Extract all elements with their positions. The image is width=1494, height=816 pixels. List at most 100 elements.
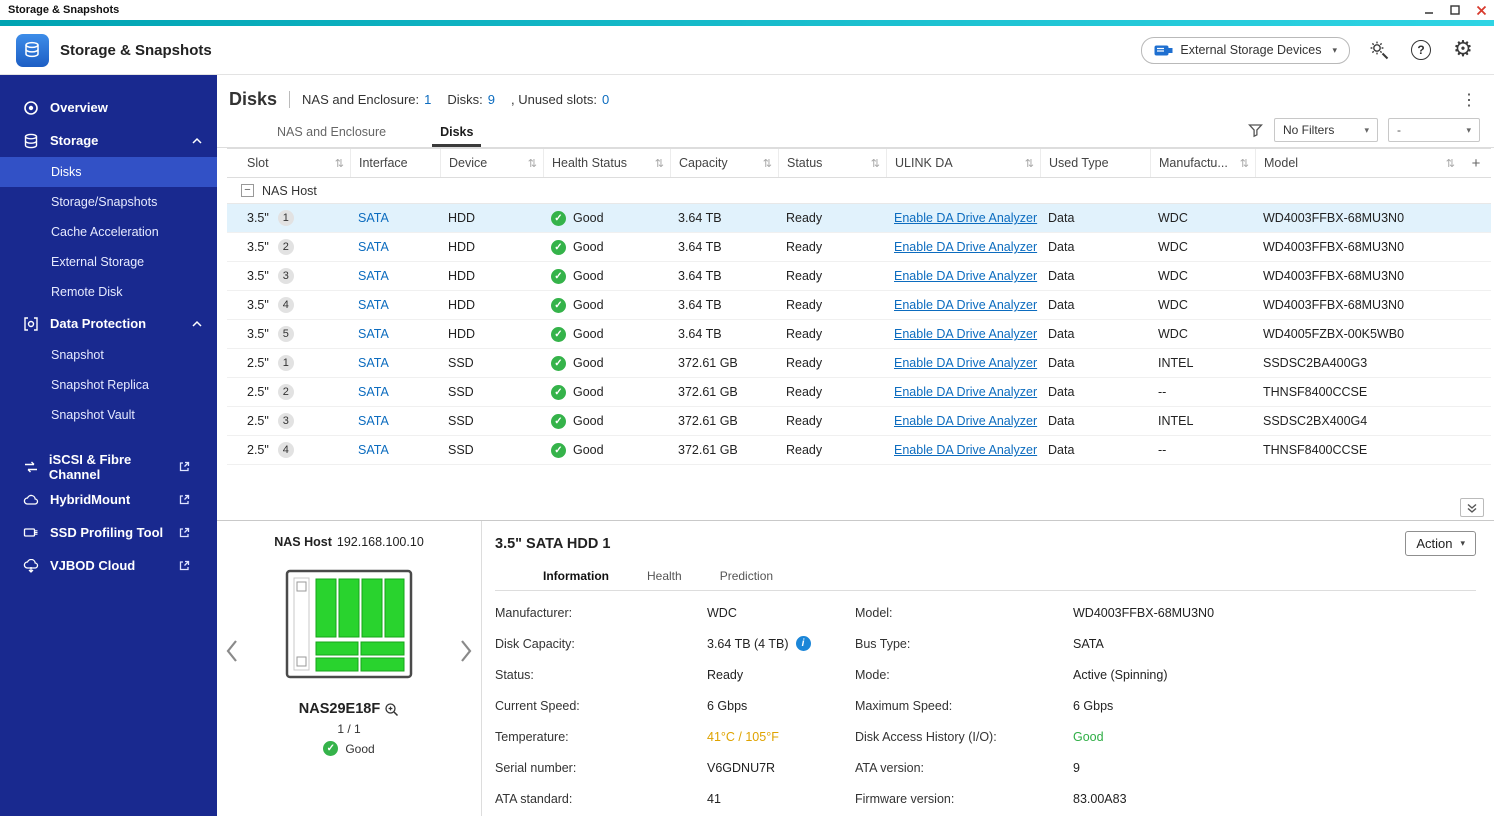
secondary-select[interactable]: - ▾ — [1388, 118, 1480, 142]
model-cell: THNSF8400CCSE — [1263, 385, 1368, 399]
detail-tab-health[interactable]: Health — [647, 569, 682, 590]
slot-cell: 3.5" 4 — [227, 291, 350, 319]
tab-disks[interactable]: Disks — [432, 116, 482, 147]
sidebar-item-snapshot[interactable]: Snapshot — [0, 340, 217, 370]
device-cell: HDD — [448, 240, 476, 254]
sidebar-item-remote-disk[interactable]: Remote Disk — [0, 277, 217, 307]
model-cell: SSDSC2BA400G3 — [1263, 356, 1368, 370]
settings-button[interactable]: ⚙ — [1450, 37, 1476, 63]
disk-row[interactable]: 3.5" 1 SATA HDD ✓ Good 3.64 TB Ready Ena… — [227, 204, 1491, 233]
disk-row[interactable]: 3.5" 5 SATA HDD ✓ Good 3.64 TB Ready Ena… — [227, 320, 1491, 349]
nas-illustration[interactable] — [285, 569, 413, 679]
collapse-panel-button[interactable] — [1460, 498, 1484, 517]
group-row-nas-host[interactable]: − NAS Host — [227, 178, 1491, 204]
manufacturer-cell: WDC — [1158, 211, 1188, 225]
next-enclosure-button[interactable] — [460, 639, 473, 668]
status-cell: Ready — [786, 327, 823, 341]
filter-icon[interactable] — [1247, 122, 1264, 139]
status-cell: Ready — [786, 414, 823, 428]
external-storage-devices-button[interactable]: External Storage Devices ▾ — [1141, 36, 1350, 64]
interface-cell[interactable]: SATA — [350, 407, 440, 435]
sidebar-item-vjbod-cloud[interactable]: VJBOD Cloud — [0, 549, 217, 582]
more-options-button[interactable]: ⋮ — [1458, 90, 1480, 110]
disk-row[interactable]: 2.5" 1 SATA SSD ✓ Good 372.61 GB Ready E… — [227, 349, 1491, 378]
enable-da-drive-analyzer-link[interactable]: Enable DA Drive Analyzer — [894, 356, 1037, 370]
interface-cell[interactable]: SATA — [350, 204, 440, 232]
minimize-button[interactable] — [1416, 1, 1442, 19]
column-header-model[interactable]: Model ⇅ — [1255, 149, 1461, 177]
tab-bar: NAS and Enclosure Disks No Filters ▾ - ▾ — [217, 112, 1494, 148]
sort-icon[interactable]: ⇅ — [528, 157, 537, 170]
health-good-icon: ✓ — [323, 741, 339, 756]
interface-cell[interactable]: SATA — [350, 262, 440, 290]
column-header-slot[interactable]: Slot ⇅ — [227, 149, 350, 177]
interface-cell[interactable]: SATA — [350, 349, 440, 377]
enable-da-drive-analyzer-link[interactable]: Enable DA Drive Analyzer — [894, 443, 1037, 457]
enable-da-drive-analyzer-link[interactable]: Enable DA Drive Analyzer — [894, 385, 1037, 399]
action-button[interactable]: Action ▾ — [1405, 531, 1476, 556]
column-header-ulink-da[interactable]: ULINK DA ⇅ — [886, 149, 1040, 177]
sort-icon[interactable]: ⇅ — [871, 157, 880, 170]
sidebar-item-storage[interactable]: Storage — [0, 124, 217, 157]
sidebar-item-disks[interactable]: Disks — [0, 157, 217, 187]
enable-da-drive-analyzer-link[interactable]: Enable DA Drive Analyzer — [894, 298, 1037, 312]
close-button[interactable] — [1468, 1, 1494, 19]
sidebar-item-hybridmount[interactable]: HybridMount — [0, 483, 217, 516]
sidebar-item-storage-snapshots[interactable]: Storage/Snapshots — [0, 187, 217, 217]
filter-select[interactable]: No Filters ▾ — [1274, 118, 1378, 142]
sort-icon[interactable]: ⇅ — [763, 157, 772, 170]
help-button[interactable]: ? — [1408, 37, 1434, 63]
column-header-used-type[interactable]: Used Type — [1040, 149, 1150, 177]
sidebar-item-snapshot-vault[interactable]: Snapshot Vault — [0, 400, 217, 430]
disk-row[interactable]: 3.5" 4 SATA HDD ✓ Good 3.64 TB Ready Ena… — [227, 291, 1491, 320]
close-icon — [1476, 5, 1486, 15]
manufacturer-cell: WDC — [1158, 327, 1188, 341]
sidebar-item-data-protection[interactable]: Data Protection — [0, 307, 217, 340]
previous-enclosure-button[interactable] — [225, 639, 238, 668]
enable-da-drive-analyzer-link[interactable]: Enable DA Drive Analyzer — [894, 211, 1037, 225]
detail-tab-information[interactable]: Information — [543, 569, 609, 590]
sidebar-item-overview[interactable]: Overview — [0, 91, 217, 124]
disk-row[interactable]: 2.5" 4 SATA SSD ✓ Good 372.61 GB Ready E… — [227, 436, 1491, 465]
column-header-status[interactable]: Status ⇅ — [778, 149, 886, 177]
sidebar-item-external-storage[interactable]: External Storage — [0, 247, 217, 277]
enable-da-drive-analyzer-link[interactable]: Enable DA Drive Analyzer — [894, 269, 1037, 283]
disk-row[interactable]: 2.5" 3 SATA SSD ✓ Good 372.61 GB Ready E… — [227, 407, 1491, 436]
sidebar-item-iscsi-fibre-channel[interactable]: iSCSI & Fibre Channel — [0, 450, 217, 483]
sort-icon[interactable]: ⇅ — [655, 157, 664, 170]
add-column-button[interactable]: + — [1461, 149, 1491, 177]
global-settings-button[interactable] — [1366, 37, 1392, 63]
disk-row[interactable]: 3.5" 3 SATA HDD ✓ Good 3.64 TB Ready Ena… — [227, 262, 1491, 291]
sort-icon[interactable]: ⇅ — [1240, 157, 1249, 170]
collapse-group-icon[interactable]: − — [241, 184, 254, 197]
enable-da-drive-analyzer-link[interactable]: Enable DA Drive Analyzer — [894, 414, 1037, 428]
disk-row[interactable]: 3.5" 2 SATA HDD ✓ Good 3.64 TB Ready Ena… — [227, 233, 1491, 262]
interface-cell[interactable]: SATA — [350, 320, 440, 348]
enable-da-drive-analyzer-link[interactable]: Enable DA Drive Analyzer — [894, 240, 1037, 254]
interface-cell[interactable]: SATA — [350, 233, 440, 261]
ulink-da-cell: Enable DA Drive Analyzer — [886, 233, 1040, 261]
enable-da-drive-analyzer-link[interactable]: Enable DA Drive Analyzer — [894, 327, 1037, 341]
maximize-button[interactable] — [1442, 1, 1468, 19]
external-link-icon — [178, 526, 191, 539]
info-icon[interactable]: i — [795, 636, 811, 651]
interface-cell[interactable]: SATA — [350, 436, 440, 464]
sidebar-item-snapshot-replica[interactable]: Snapshot Replica — [0, 370, 217, 400]
sort-icon[interactable]: ⇅ — [1025, 157, 1034, 170]
interface-cell[interactable]: SATA — [350, 291, 440, 319]
sort-icon[interactable]: ⇅ — [1446, 157, 1455, 170]
column-header-capacity[interactable]: Capacity ⇅ — [670, 149, 778, 177]
column-header-health-status[interactable]: Health Status ⇅ — [543, 149, 670, 177]
tab-nas-and-enclosure[interactable]: NAS and Enclosure — [269, 116, 394, 147]
interface-cell[interactable]: SATA — [350, 378, 440, 406]
sidebar-item-ssd-profiling-tool[interactable]: SSD Profiling Tool — [0, 516, 217, 549]
disk-detail-title: 3.5" SATA HDD 1 — [495, 535, 611, 552]
column-header-device[interactable]: Device ⇅ — [440, 149, 543, 177]
detail-tab-prediction[interactable]: Prediction — [720, 569, 773, 590]
sort-icon[interactable]: ⇅ — [335, 157, 344, 170]
column-header-manufactu[interactable]: Manufactu... ⇅ — [1150, 149, 1255, 177]
zoom-in-icon[interactable] — [384, 702, 399, 717]
sidebar-item-cache-acceleration[interactable]: Cache Acceleration — [0, 217, 217, 247]
disk-row[interactable]: 2.5" 2 SATA SSD ✓ Good 372.61 GB Ready E… — [227, 378, 1491, 407]
column-header-interface[interactable]: Interface — [350, 149, 440, 177]
